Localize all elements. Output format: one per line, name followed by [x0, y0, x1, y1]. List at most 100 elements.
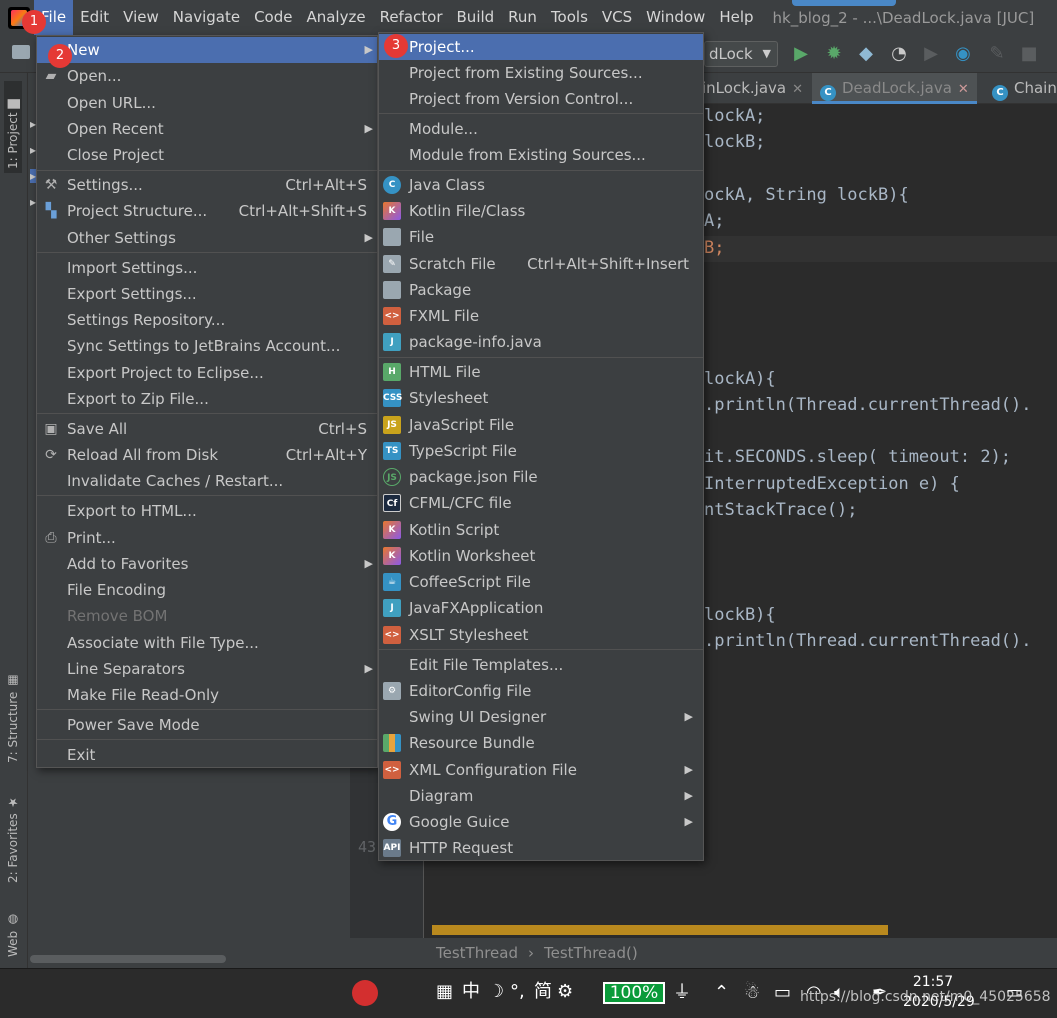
menu-vcs[interactable]: VCS [595, 0, 639, 35]
new-module-existing-sources[interactable]: Module from Existing Sources... [379, 142, 703, 168]
file-menu-invalidate-caches[interactable]: Invalidate Caches / Restart... [37, 468, 377, 494]
ime-simplified-label[interactable]: 简 [534, 980, 552, 1004]
coverage-icon[interactable]: ◆ [855, 43, 877, 65]
file-menu-other-settings[interactable]: Other Settings ▶ [37, 225, 377, 251]
wrench-icon[interactable]: ✎ [986, 43, 1008, 65]
profile-icon[interactable]: ◔ [888, 43, 910, 65]
ime-settings-icon[interactable]: ⚙ [557, 980, 573, 1004]
new-google-guice[interactable]: G Google Guice ▶ [379, 809, 703, 835]
file-menu-sync-settings[interactable]: Sync Settings to JetBrains Account... [37, 333, 377, 359]
panel-scrollbar[interactable] [30, 955, 226, 963]
new-diagram[interactable]: Diagram ▶ [379, 783, 703, 809]
file-menu-exit[interactable]: Exit [37, 742, 377, 768]
file-menu-settings[interactable]: ⚒ Settings... Ctrl+Alt+S [37, 172, 377, 198]
file-menu-import-settings[interactable]: Import Settings... [37, 255, 377, 281]
new-file[interactable]: File [379, 224, 703, 250]
tab-favorites[interactable]: 2: Favorites ★ [4, 785, 22, 885]
new-xslt-stylesheet[interactable]: <> XSLT Stylesheet [379, 622, 703, 648]
new-html-file[interactable]: H HTML File [379, 359, 703, 385]
file-menu-line-separators[interactable]: Line Separators ▶ [37, 656, 377, 682]
new-kotlin-worksheet[interactable]: K Kotlin Worksheet [379, 543, 703, 569]
file-menu-export-html[interactable]: Export to HTML... [37, 498, 377, 524]
file-menu-reload[interactable]: ⟳ Reload All from Disk Ctrl+Alt+Y [37, 442, 377, 468]
file-menu-project-structure[interactable]: ▚ Project Structure... Ctrl+Alt+Shift+S [37, 198, 377, 224]
menu-code[interactable]: Code [247, 0, 299, 35]
file-menu-open[interactable]: ▰ Open... [37, 63, 377, 89]
new-typescript-file[interactable]: TS TypeScript File [379, 438, 703, 464]
ime-punctuation-label[interactable]: °, [510, 980, 525, 1004]
folder-icon[interactable] [12, 45, 30, 59]
new-project-existing-sources[interactable]: Project from Existing Sources... [379, 60, 703, 86]
file-menu-export-eclipse[interactable]: Export Project to Eclipse... [37, 360, 377, 386]
build-icon[interactable]: ▶ [920, 43, 942, 65]
run-config-select[interactable]: dLock ▼ [704, 41, 778, 67]
file-menu-open-recent[interactable]: Open Recent ▶ [37, 116, 377, 142]
new-editorconfig[interactable]: ⚙ EditorConfig File [379, 678, 703, 704]
new-project[interactable]: Project... [379, 34, 703, 60]
file-menu-file-encoding[interactable]: File Encoding [37, 577, 377, 603]
file-menu-save-all[interactable]: ▣ Save All Ctrl+S [37, 416, 377, 442]
breadcrumb-method[interactable]: TestThread() [544, 944, 638, 962]
run-icon[interactable]: ▶ [790, 43, 812, 65]
file-menu-export-settings[interactable]: Export Settings... [37, 281, 377, 307]
new-java-class[interactable]: C Java Class [379, 172, 703, 198]
file-menu-power-save[interactable]: Power Save Mode [37, 712, 377, 738]
new-module[interactable]: Module... [379, 116, 703, 142]
menu-build[interactable]: Build [450, 0, 502, 35]
new-javafx-app[interactable]: J JavaFXApplication [379, 595, 703, 621]
tab-deadlock[interactable]: C DeadLock.java ✕ [812, 73, 977, 104]
menu-view[interactable]: View [116, 0, 166, 35]
file-menu-export-zip[interactable]: Export to Zip File... [37, 386, 377, 412]
qq-icon[interactable]: ☃ [744, 981, 760, 1005]
new-coffeescript-file[interactable]: ☕ CoffeeScript File [379, 569, 703, 595]
new-package-info[interactable]: Jpackage-info.java [379, 329, 703, 355]
menu-tools[interactable]: Tools [544, 0, 595, 35]
tab-structure[interactable]: 7: Structure ▦ [4, 665, 22, 765]
menu-refactor[interactable]: Refactor [373, 0, 450, 35]
file-menu-read-only[interactable]: Make File Read-Only [37, 682, 377, 708]
new-project-vcs[interactable]: Project from Version Control... [379, 86, 703, 112]
new-xml-config[interactable]: <> XML Configuration File ▶ [379, 757, 703, 783]
menu-edit[interactable]: Edit [73, 0, 116, 35]
horizontal-scrollbar[interactable] [432, 925, 888, 935]
stop-icon[interactable]: ■ [1018, 43, 1040, 65]
menu-help[interactable]: Help [712, 0, 760, 35]
new-cfml-file[interactable]: Cf CFML/CFC file [379, 490, 703, 516]
ime-chinese-label[interactable]: 中 [462, 980, 480, 1004]
battery-indicator[interactable]: 100% [603, 982, 665, 1004]
new-fxml-file[interactable]: <> FXML File [379, 303, 703, 329]
tab-web[interactable]: Web ◍ [4, 903, 22, 959]
breadcrumb-class[interactable]: TestThread [436, 944, 518, 962]
close-icon[interactable]: ✕ [958, 82, 969, 97]
menu-window[interactable]: Window [639, 0, 712, 35]
new-kotlin-script[interactable]: K Kotlin Script [379, 517, 703, 543]
menu-run[interactable]: Run [501, 0, 544, 35]
app-tray-icon[interactable] [352, 980, 378, 1006]
new-edit-templates[interactable]: Edit File Templates... [379, 652, 703, 678]
new-package-json[interactable]: JS package.json File [379, 464, 703, 490]
file-menu-add-favorites[interactable]: Add to Favorites ▶ [37, 551, 377, 577]
new-stylesheet[interactable]: CSS Stylesheet [379, 385, 703, 411]
keyboard-icon[interactable]: ▭ [774, 981, 791, 1005]
file-menu-close-project[interactable]: Close Project [37, 142, 377, 168]
debug-icon[interactable]: ✹ [823, 43, 845, 65]
tab-inlock[interactable]: inLock.java ✕ [702, 73, 803, 104]
new-javascript-file[interactable]: JS JavaScript File [379, 412, 703, 438]
new-swing-ui-designer[interactable]: Swing UI Designer ▶ [379, 704, 703, 730]
menu-navigate[interactable]: Navigate [166, 0, 247, 35]
new-package[interactable]: Package [379, 277, 703, 303]
ime-grid-icon[interactable]: ▦ [436, 980, 453, 1004]
chevron-up-icon[interactable]: ⌃ [714, 981, 729, 1005]
file-menu-open-url[interactable]: Open URL... [37, 90, 377, 116]
help-icon[interactable]: ◉ [952, 43, 974, 65]
new-http-request[interactable]: API HTTP Request [379, 835, 703, 861]
new-kotlin-file[interactable]: K Kotlin File/Class [379, 198, 703, 224]
file-menu-settings-repository[interactable]: Settings Repository... [37, 307, 377, 333]
file-menu-new[interactable]: New ▶ [37, 37, 377, 63]
file-menu-print[interactable]: ⎙ Print... [37, 525, 377, 551]
moon-icon[interactable]: ☽ [488, 980, 504, 1004]
close-icon[interactable]: ✕ [792, 82, 803, 97]
menu-analyze[interactable]: Analyze [299, 0, 372, 35]
new-resource-bundle[interactable]: Resource Bundle [379, 730, 703, 756]
tab-chain[interactable]: C ChainR [988, 73, 1057, 104]
